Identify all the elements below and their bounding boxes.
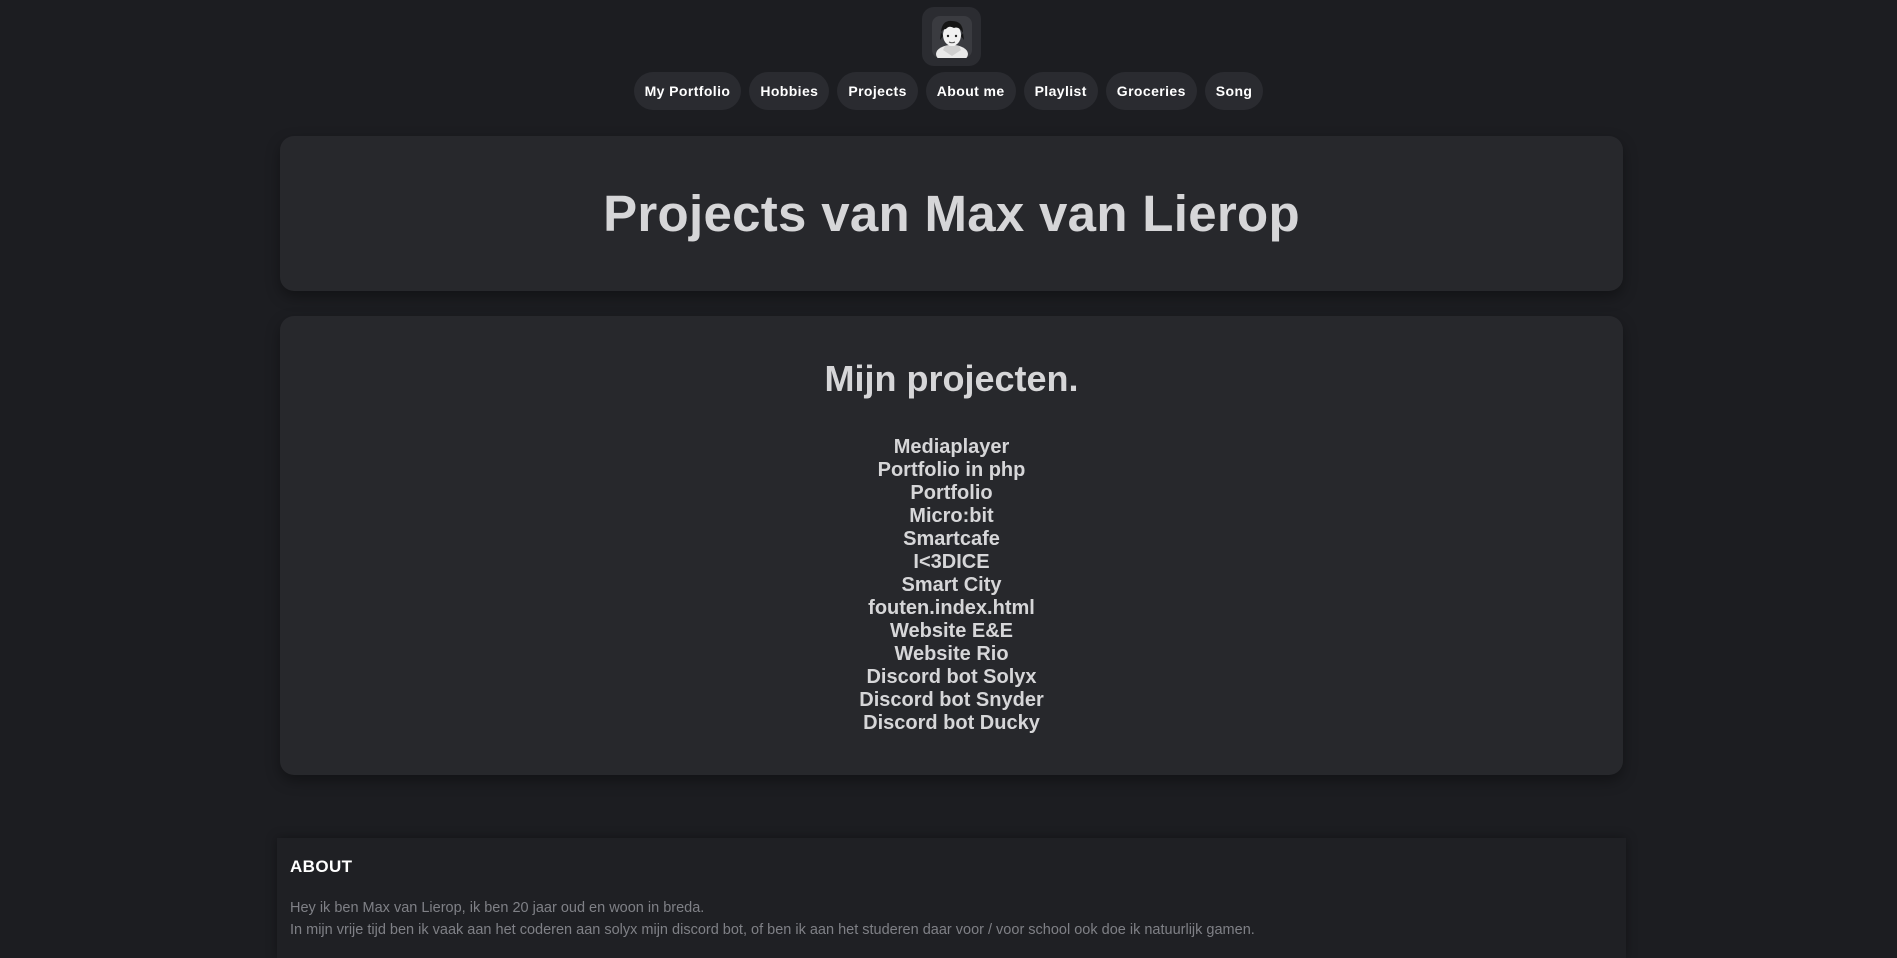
project-link-fouten-index[interactable]: fouten.index.html: [868, 597, 1035, 619]
nav-item-playlist[interactable]: Playlist: [1023, 72, 1098, 110]
list-item: Discord bot Solyx: [280, 666, 1623, 689]
about-heading: ABOUT: [290, 857, 353, 876]
about-line-2: In mijn vrije tijd ben ik vaak aan het c…: [290, 922, 1255, 938]
project-link-smart-city[interactable]: Smart City: [901, 574, 1001, 596]
list-item: Discord bot Ducky: [280, 712, 1623, 735]
project-link-discord-bot-snyder[interactable]: Discord bot Snyder: [859, 689, 1043, 711]
main-nav: My Portfolio Hobbies Projects About me P…: [0, 72, 1897, 110]
nav-item-song[interactable]: Song: [1204, 72, 1264, 110]
list-item: Mediaplayer: [280, 436, 1623, 459]
project-list: Mediaplayer Portfolio in php Portfolio M…: [280, 436, 1623, 735]
project-link-discord-bot-ducky[interactable]: Discord bot Ducky: [863, 712, 1040, 734]
nav-item-hobbies[interactable]: Hobbies: [749, 72, 830, 110]
project-link-discord-bot-solyx[interactable]: Discord bot Solyx: [866, 666, 1036, 688]
title-card: Projects van Max van Lierop: [280, 136, 1623, 291]
top-navigation-bar: My Portfolio Hobbies Projects About me P…: [0, 0, 1897, 120]
about-text: Hey ik ben Max van Lierop, ik ben 20 jaa…: [290, 897, 1255, 941]
project-link-portfolio[interactable]: Portfolio: [910, 482, 992, 504]
projects-heading: Mijn projecten.: [824, 358, 1079, 399]
about-section: ABOUT Hey ik ben Max van Lierop, ik ben …: [277, 838, 1626, 958]
profile-photo-icon: [931, 15, 972, 58]
list-item: Portfolio: [280, 482, 1623, 505]
list-item: fouten.index.html: [280, 597, 1623, 620]
profile-avatar[interactable]: [922, 7, 981, 66]
list-item: Discord bot Snyder: [280, 689, 1623, 712]
list-item: Portfolio in php: [280, 459, 1623, 482]
nav-item-groceries[interactable]: Groceries: [1105, 72, 1197, 110]
list-item: I<3DICE: [280, 551, 1623, 574]
project-link-mediaplayer[interactable]: Mediaplayer: [894, 436, 1010, 458]
nav-item-about-me[interactable]: About me: [925, 72, 1016, 110]
project-link-portfolio-in-php[interactable]: Portfolio in php: [878, 459, 1026, 481]
project-link-smartcafe[interactable]: Smartcafe: [903, 528, 1000, 550]
nav-item-projects[interactable]: Projects: [837, 72, 918, 110]
nav-item-my-portfolio[interactable]: My Portfolio: [633, 72, 742, 110]
list-item: Website Rio: [280, 643, 1623, 666]
project-link-website-ee[interactable]: Website E&E: [890, 620, 1013, 642]
projects-card: Mijn projecten. Mediaplayer Portfolio in…: [280, 316, 1623, 775]
about-line-1: Hey ik ben Max van Lierop, ik ben 20 jaa…: [290, 900, 705, 916]
list-item: Smartcafe: [280, 528, 1623, 551]
list-item: Micro:bit: [280, 505, 1623, 528]
list-item: Website E&E: [280, 620, 1623, 643]
project-link-microbit[interactable]: Micro:bit: [909, 505, 993, 527]
page-title: Projects van Max van Lierop: [603, 185, 1300, 242]
list-item: Smart City: [280, 574, 1623, 597]
project-link-website-rio[interactable]: Website Rio: [894, 643, 1008, 665]
project-link-i3dice[interactable]: I<3DICE: [913, 551, 989, 573]
